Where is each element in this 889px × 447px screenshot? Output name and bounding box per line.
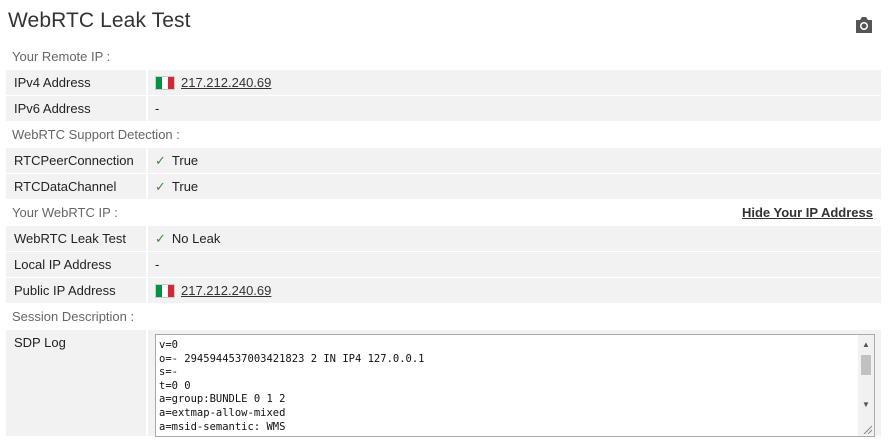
ipv4-link[interactable]: 217.212.240.69 [181,70,271,95]
public-ip-link[interactable]: 217.212.240.69 [181,278,271,303]
sdp-textarea[interactable]: v=0 o=- 2945944537003421823 2 IN IP4 127… [155,334,875,437]
arrow-down-icon[interactable]: ▼ [858,397,874,413]
sdp-log-text: v=0 o=- 2945944537003421823 2 IN IP4 127… [159,339,425,433]
local-ip-label: Local IP Address [6,252,146,277]
section-label: WebRTC Support Detection : [12,127,180,142]
section-remote-ip: Your Remote IP : [6,44,881,69]
page-title: WebRTC Leak Test [8,9,191,32]
section-label: Your Remote IP : [12,49,111,64]
checkmark-icon: ✓ [155,231,166,246]
section-label: Session Description : [12,309,135,324]
section-support: WebRTC Support Detection : [6,122,881,147]
scroll-thumb[interactable] [861,355,871,375]
row-peer-connection: RTCPeerConnection ✓ True [6,148,881,173]
resize-grip-icon[interactable] [862,424,872,434]
camera-icon[interactable] [854,16,874,34]
section-session: Session Description : [6,304,881,329]
leak-label: WebRTC Leak Test [6,226,146,251]
row-public-ip: Public IP Address 217.212.240.69 [6,278,881,303]
row-local-ip: Local IP Address - [6,252,881,277]
section-label: Your WebRTC IP : [12,205,118,220]
datachannel-label: RTCDataChannel [6,174,146,199]
datachannel-status: True [171,179,199,194]
row-data-channel: RTCDataChannel ✓ True [6,174,881,199]
ipv4-value: 217.212.240.69 [148,70,881,95]
peer-value: ✓ True [148,148,881,173]
peer-status: True [171,153,199,168]
hide-ip-link[interactable]: Hide Your IP Address [742,200,881,225]
datachannel-value: ✓ True [148,174,881,199]
italy-flag-icon [155,283,175,298]
row-ipv6: IPv6 Address - [6,96,881,121]
ipv6-label: IPv6 Address [6,96,146,121]
arrow-up-icon[interactable]: ▲ [858,337,874,353]
leak-value: ✓ No Leak [148,226,881,251]
leak-test-table: Your Remote IP : IPv4 Address 217.212.24… [6,44,881,437]
public-ip-label: Public IP Address [6,278,146,303]
section-webrtc-ip: Your WebRTC IP : Hide Your IP Address [6,200,881,225]
ipv6-value: - [148,96,881,121]
sdp-label: SDP Log [6,330,146,436]
italy-flag-icon [155,75,175,90]
sdp-value: v=0 o=- 2945944537003421823 2 IN IP4 127… [148,330,881,437]
leak-status: No Leak [171,231,221,246]
ipv4-label: IPv4 Address [6,70,146,95]
peer-label: RTCPeerConnection [6,148,146,173]
checkmark-icon: ✓ [155,179,166,194]
checkmark-icon: ✓ [155,153,166,168]
row-leak-test: WebRTC Leak Test ✓ No Leak [6,226,881,251]
sdp-scrollbar[interactable]: ▲ ▼ [858,335,874,436]
row-sdp-log: SDP Log v=0 o=- 2945944537003421823 2 IN… [6,330,881,437]
local-ip-value: - [148,252,881,277]
row-ipv4: IPv4 Address 217.212.240.69 [6,70,881,95]
public-ip-value: 217.212.240.69 [148,278,881,303]
